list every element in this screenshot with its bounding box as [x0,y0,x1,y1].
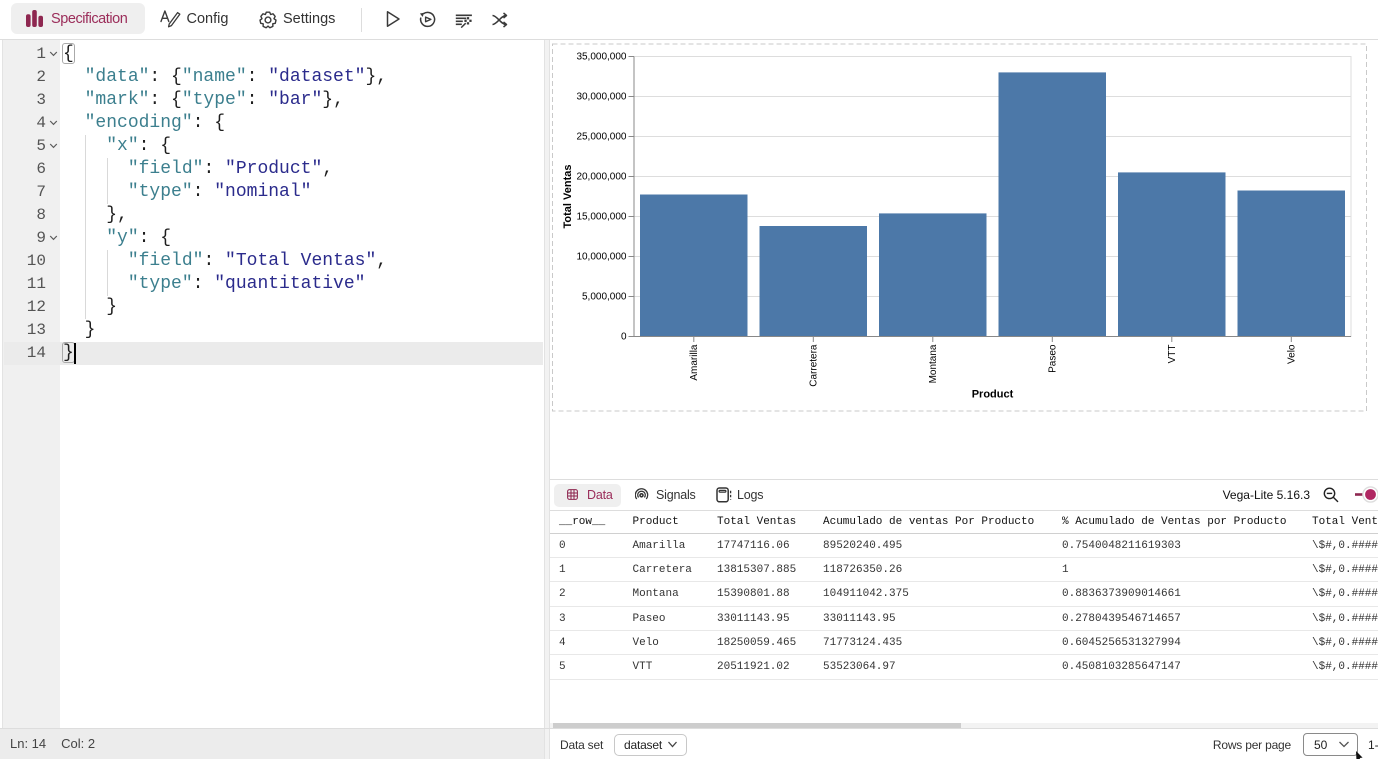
svg-text:Carretera: Carretera [809,344,820,387]
svg-text:20,000,000: 20,000,000 [576,172,626,183]
svg-text:VTT: VTT [1167,345,1178,364]
svg-text:15,000,000: 15,000,000 [576,212,626,223]
svg-text:35,000,000: 35,000,000 [576,52,626,63]
svg-text:10,000,000: 10,000,000 [576,252,626,263]
svg-text:30,000,000: 30,000,000 [576,92,626,103]
svg-text:Velo: Velo [1287,344,1298,364]
svg-text:Paseo: Paseo [1048,344,1059,373]
svg-text:0: 0 [621,332,627,343]
svg-text:Amarilla: Amarilla [689,344,700,381]
svg-text:Total Ventas: Total Ventas [562,165,574,229]
svg-text:5,000,000: 5,000,000 [582,292,627,303]
svg-text:25,000,000: 25,000,000 [576,132,626,143]
svg-text:Montana: Montana [928,344,939,383]
svg-text:Product: Product [972,389,1014,401]
